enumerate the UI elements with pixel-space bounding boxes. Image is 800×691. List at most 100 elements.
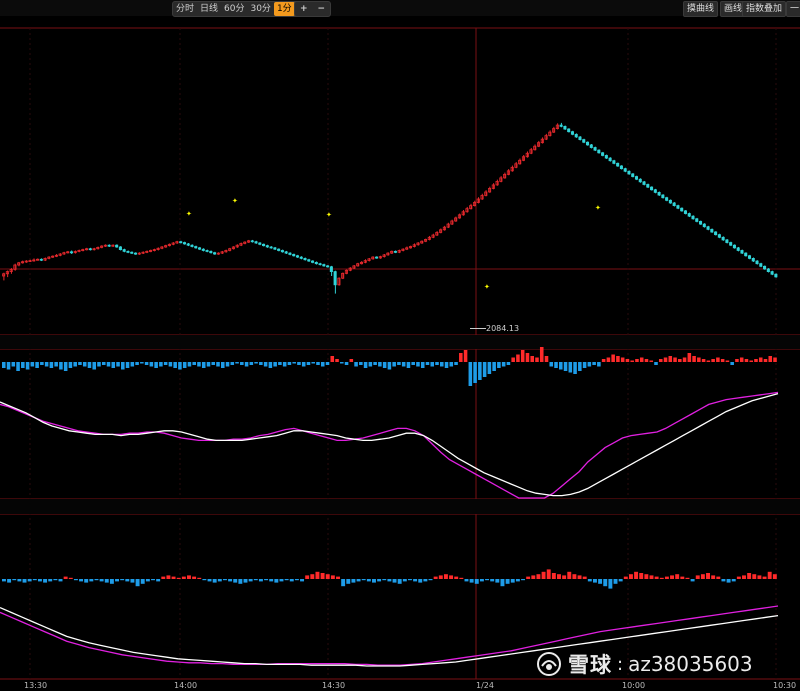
histogram-bar: [63, 576, 68, 579]
histogram-bar: [35, 362, 39, 368]
histogram-bar: [406, 362, 411, 368]
histogram-bar: [78, 362, 82, 365]
histogram-bar: [201, 362, 206, 368]
histogram-bar: [668, 356, 673, 362]
histogram-bar: [690, 579, 695, 582]
histogram-bar: [601, 359, 606, 362]
histogram-bar: [772, 574, 777, 579]
candle-body: [755, 260, 759, 265]
candle-body: [601, 152, 605, 156]
panel-separator: [0, 499, 800, 514]
histogram-bar: [244, 362, 249, 367]
candle-body: [107, 244, 111, 247]
histogram-bar: [407, 579, 412, 581]
histogram-bar: [99, 579, 104, 582]
histogram-bar: [27, 579, 32, 582]
histogram-bar: [202, 579, 207, 581]
candle-body: [763, 265, 767, 270]
star-marker: ✦: [326, 211, 332, 219]
histogram-bar: [701, 359, 706, 362]
candle-body: [736, 247, 740, 251]
candle-body: [683, 210, 687, 214]
histogram-bar: [63, 362, 68, 371]
histogram-bar: [587, 579, 592, 582]
candle-body: [661, 194, 665, 199]
histogram-bar: [32, 579, 37, 581]
candle-body: [213, 252, 217, 255]
histogram-bar: [490, 579, 495, 582]
histogram-bar: [320, 573, 325, 579]
histogram-bar: [757, 575, 762, 579]
candle-body: [582, 139, 586, 143]
candle-body: [182, 242, 186, 245]
histogram-bar: [253, 579, 258, 581]
histogram-bar: [2, 579, 6, 582]
snowball-logo-icon: [537, 652, 561, 676]
histogram-bar: [592, 362, 596, 365]
histogram-bar: [554, 362, 558, 368]
histogram-bar: [294, 579, 299, 581]
histogram-bar: [206, 362, 211, 367]
histogram-bar: [630, 360, 634, 362]
histogram-bar: [368, 362, 373, 367]
histogram-bar: [582, 576, 587, 579]
histogram-bar: [613, 579, 618, 584]
histogram-bar: [87, 362, 92, 368]
histogram-bar: [658, 359, 663, 362]
histogram-bar: [320, 362, 325, 367]
histogram-bar: [310, 574, 315, 579]
candle-body: [702, 223, 706, 228]
candle-body: [653, 189, 657, 193]
histogram-bar: [411, 362, 415, 365]
histogram-bar: [178, 362, 182, 370]
candle-body: [375, 256, 379, 259]
histogram-bar: [663, 357, 668, 362]
histogram-bar: [240, 362, 244, 365]
candle-body: [668, 199, 672, 204]
histogram-bar: [40, 362, 44, 365]
histogram-bar: [225, 362, 230, 367]
histogram-bar: [492, 362, 496, 371]
histogram-bar: [37, 579, 42, 582]
histogram-bar: [639, 573, 644, 579]
histogram-bar: [742, 575, 746, 579]
histogram-bar: [397, 362, 401, 365]
candle-body: [254, 241, 258, 244]
histogram-bar: [378, 362, 382, 367]
candle-body: [318, 263, 322, 266]
candle-body: [646, 184, 650, 188]
histogram-bar: [739, 357, 744, 362]
candle-body: [250, 240, 254, 243]
histogram-bar: [582, 362, 587, 368]
histogram-bar: [634, 571, 639, 579]
watermark: 雪球 : az38035603: [536, 650, 753, 678]
candle-body: [744, 252, 748, 257]
candle-body: [604, 155, 608, 159]
candle-body: [717, 234, 721, 238]
histogram-bar: [644, 359, 649, 362]
histogram-bar: [140, 579, 145, 584]
histogram-bar: [521, 579, 525, 581]
candle-body: [747, 255, 752, 259]
histogram-bar: [94, 579, 99, 581]
histogram-bar: [731, 579, 736, 582]
x-axis-label: 13:30: [24, 681, 48, 690]
histogram-bar: [21, 362, 25, 368]
histogram-bar: [673, 357, 677, 362]
histogram-bar: [506, 362, 511, 365]
histogram-bar: [603, 579, 608, 587]
histogram-bar: [721, 579, 726, 582]
histogram-bar: [659, 577, 664, 579]
candle-body: [665, 197, 669, 201]
histogram-bar: [510, 579, 515, 583]
histogram-bar: [17, 579, 22, 582]
candle-body: [303, 257, 307, 261]
histogram-bar: [402, 579, 407, 582]
candle-body: [650, 186, 654, 191]
histogram-bar: [500, 579, 505, 587]
candle-body: [623, 168, 627, 172]
candle-body: [657, 191, 661, 196]
candle-body: [759, 263, 763, 267]
histogram-bar: [48, 579, 53, 582]
histogram-bar: [726, 579, 731, 583]
